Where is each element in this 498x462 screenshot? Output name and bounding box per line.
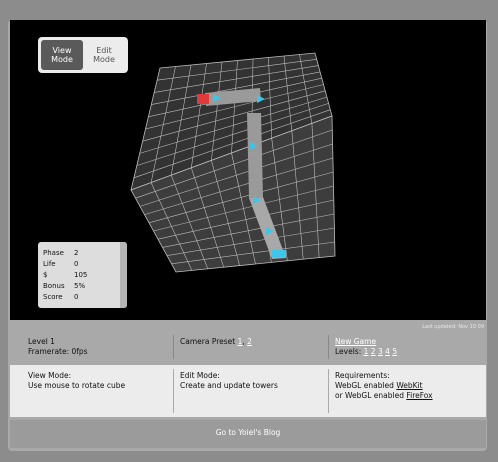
camera-preset-label: Camera Preset (180, 337, 236, 346)
new-game-link[interactable]: New Game (335, 337, 397, 347)
requirement-line-2: or WebGL enabled FireFox (335, 391, 433, 401)
levels-row: Levels: 1 2 3 4 5 (335, 347, 397, 357)
stat-key: Bonus (43, 282, 65, 290)
help-panel: View Mode: Use mouse to rotate cube Edit… (10, 365, 486, 417)
stats-scrollbar (120, 242, 127, 308)
req-2-prefix: or WebGL enabled (335, 391, 404, 400)
level-info: Level 1 Framerate: 0fps (28, 337, 88, 357)
level-4-link[interactable]: 4 (385, 347, 390, 356)
divider (328, 335, 329, 359)
level-3-link[interactable]: 3 (378, 347, 383, 356)
webkit-link[interactable]: WebKit (396, 381, 422, 390)
requirements-title: Requirements: (335, 371, 390, 380)
stat-value: 0 (74, 260, 79, 268)
stat-value: 2 (74, 249, 79, 257)
start-marker (197, 94, 209, 104)
level-5-link[interactable]: 5 (392, 347, 397, 356)
edit-mode-button[interactable]: Edit Mode (83, 40, 125, 70)
game-viewport[interactable]: View Mode Edit Mode Phase 2 Life 0 $ 105… (10, 20, 486, 320)
view-mode-title: View Mode: (28, 371, 72, 380)
camera-preset-2-link[interactable]: 2 (247, 337, 252, 346)
game-controls: New Game Levels: 1 2 3 4 5 (335, 337, 397, 357)
requirement-line-1: WebGL enabled WebKit (335, 381, 433, 391)
firefox-link[interactable]: FireFox (406, 391, 432, 400)
levels-label: Levels: (335, 347, 362, 356)
view-mode-desc: Use mouse to rotate cube (28, 381, 126, 390)
end-marker (272, 250, 286, 257)
stat-value: 0 (74, 293, 79, 301)
divider (173, 369, 174, 413)
edit-mode-title: Edit Mode: (180, 371, 220, 380)
view-mode-help: View Mode: Use mouse to rotate cube (28, 371, 125, 391)
level-label: Level 1 (28, 337, 55, 346)
req-1-prefix: WebGL enabled (335, 381, 394, 390)
edit-mode-help: Edit Mode: Create and update towers (180, 371, 278, 391)
camera-preset-1-link[interactable]: 1 (238, 337, 243, 346)
stat-value: 5% (74, 282, 86, 290)
framerate-label: Framerate: 0fps (28, 347, 88, 356)
mode-toggle: View Mode Edit Mode (38, 37, 128, 73)
stat-key: Score (43, 293, 63, 301)
footer: Go to Yoiel's Blog (10, 420, 486, 448)
view-mode-button[interactable]: View Mode (41, 40, 83, 70)
requirements: Requirements: WebGL enabled WebKit or We… (335, 371, 433, 401)
stat-key: $ (43, 271, 48, 279)
last-updated-text: Last updated: Nov 10 09 (422, 324, 484, 330)
path-segment-vertical (247, 113, 263, 198)
level-2-link[interactable]: 2 (371, 347, 376, 356)
level-1-link[interactable]: 1 (364, 347, 369, 356)
stat-key: Life (43, 260, 56, 268)
divider (328, 369, 329, 413)
divider (173, 335, 174, 359)
blog-link[interactable]: Go to Yoiel's Blog (216, 428, 281, 437)
stat-key: Phase (43, 249, 64, 257)
camera-preset-group: Camera Preset 1, 2 (180, 337, 252, 346)
stat-value: 105 (74, 271, 88, 279)
stats-panel: Phase 2 Life 0 $ 105 Bonus 5% Score 0 (38, 242, 127, 308)
info-bar: Level 1 Framerate: 0fps Camera Preset 1,… (10, 331, 486, 363)
edit-mode-desc: Create and update towers (180, 381, 278, 390)
